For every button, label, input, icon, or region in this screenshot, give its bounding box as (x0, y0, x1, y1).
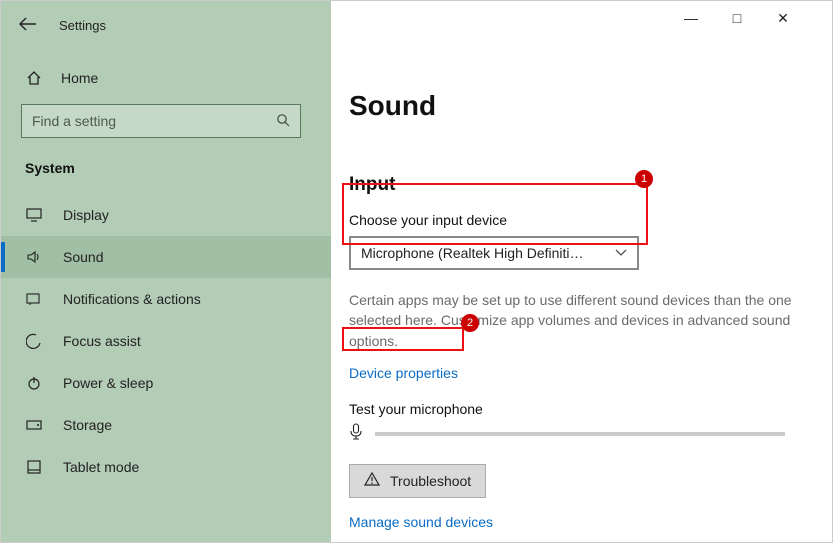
back-button[interactable] (19, 15, 37, 36)
sidebar-item-label: Sound (63, 249, 103, 265)
search-input[interactable] (32, 113, 262, 129)
sidebar-item-power[interactable]: Power & sleep (1, 362, 331, 404)
display-icon (25, 208, 43, 222)
home-icon (25, 70, 43, 86)
minimize-button[interactable]: — (668, 2, 714, 34)
test-mic-label: Test your microphone (349, 401, 806, 417)
sidebar-item-label: Display (63, 207, 109, 223)
focus-icon (25, 333, 43, 349)
manage-sound-devices-link[interactable]: Manage sound devices (349, 514, 493, 530)
storage-icon (25, 418, 43, 432)
sidebar-item-storage[interactable]: Storage (1, 404, 331, 446)
device-properties-link[interactable]: Device properties (349, 365, 458, 381)
sidebar-home[interactable]: Home (1, 36, 331, 90)
sidebar-item-sound[interactable]: Sound (1, 236, 331, 278)
tablet-icon (25, 460, 43, 474)
input-device-dropdown[interactable]: Microphone (Realtek High Definiti… (349, 236, 639, 270)
microphone-icon (349, 423, 363, 446)
sound-icon (25, 250, 43, 264)
notifications-icon (25, 292, 43, 306)
mic-level-bar (375, 432, 785, 436)
main-content: — □ ✕ Sound Input Choose your input devi… (331, 1, 832, 542)
sidebar-item-focus-assist[interactable]: Focus assist (1, 320, 331, 362)
app-label: Settings (59, 18, 106, 33)
troubleshoot-button[interactable]: Troubleshoot (349, 464, 486, 498)
sidebar-item-label: Tablet mode (63, 459, 139, 475)
sidebar: Settings Home System Display Sound Notif… (1, 1, 331, 542)
sidebar-item-label: Focus assist (63, 333, 141, 349)
sidebar-item-label: Power & sleep (63, 375, 153, 391)
section-title-input: Input (349, 174, 806, 196)
close-button[interactable]: ✕ (760, 2, 806, 34)
power-icon (25, 375, 43, 391)
sidebar-category: System (1, 138, 331, 184)
help-text: Certain apps may be set up to use differ… (349, 290, 799, 351)
sidebar-item-display[interactable]: Display (1, 194, 331, 236)
search-icon (276, 113, 290, 130)
troubleshoot-label: Troubleshoot (390, 473, 471, 489)
dropdown-value: Microphone (Realtek High Definiti… (361, 245, 584, 261)
sidebar-home-label: Home (61, 70, 98, 86)
choose-input-label: Choose your input device (349, 212, 806, 228)
chevron-down-icon (615, 246, 627, 260)
sidebar-item-tablet[interactable]: Tablet mode (1, 446, 331, 488)
search-input-wrap[interactable] (21, 104, 301, 138)
sidebar-item-label: Notifications & actions (63, 291, 201, 307)
maximize-button[interactable]: □ (714, 2, 760, 34)
sidebar-item-label: Storage (63, 417, 112, 433)
sidebar-item-notifications[interactable]: Notifications & actions (1, 278, 331, 320)
warning-icon (364, 472, 380, 489)
page-title: Sound (349, 90, 806, 122)
